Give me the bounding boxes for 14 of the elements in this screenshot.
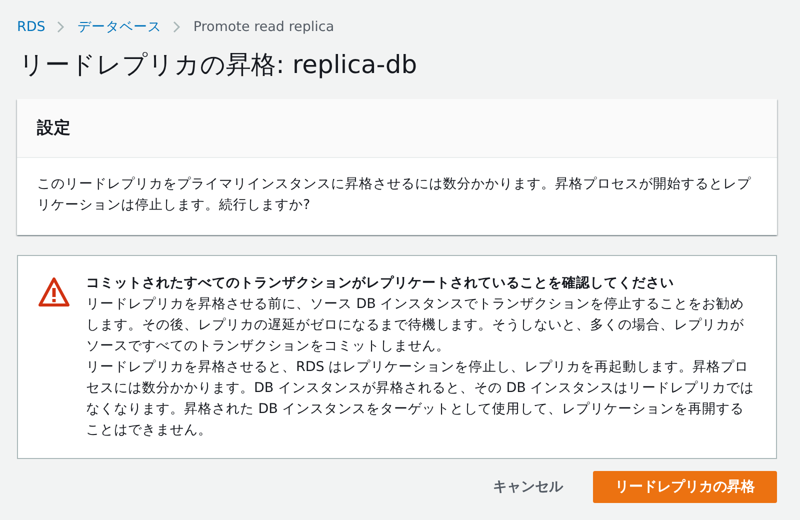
page-title: リードレプリカの昇格: replica-db [19,49,418,81]
promote-button[interactable]: リードレプリカの昇格 [593,471,777,503]
breadcrumb-current: Promote read replica [193,19,334,35]
panel-text: このリードレプリカをプライマリインスタンスに昇格させるには数分かかります。昇格プロセスが開始するとレプリケーションは停止します。続行しますか? [36,175,752,215]
breadcrumb-link[interactable]: データベース [77,18,162,36]
chevron-right-icon [57,21,66,33]
chevron-right-icon [173,21,182,33]
breadcrumb-link[interactable]: RDS [17,19,46,35]
panel-heading: 設定 [17,99,777,158]
warning-text: リードレプリカを昇格させる前に、ソース DB インスタンスでトランザクションを停止することをお勧めします。その後、レプリカの遅延がゼロになるまで待機します。そうしないと、多くの場合、レプリカがソースですべてのトランザクションをコミットしません。 [86,295,746,356]
warning-text: リードレプリカを昇格させると、RDS はレプリケーションを停止し、レプリカを再起動します。昇格プロセスには数分かかります。DB インスタンスが昇格されると、その DB インスタンスはリードレプリカではなくなります。昇格された DB インスタンスをターゲットとして使用して、レプリケーションを再開することはできません。 [86,358,756,440]
cancel-button[interactable]: キャンセル [493,472,563,502]
warning-heading: コミットされたすべてのトランザクションがレプリケートされていることを確認してください [86,274,675,293]
warning-icon [38,276,70,308]
